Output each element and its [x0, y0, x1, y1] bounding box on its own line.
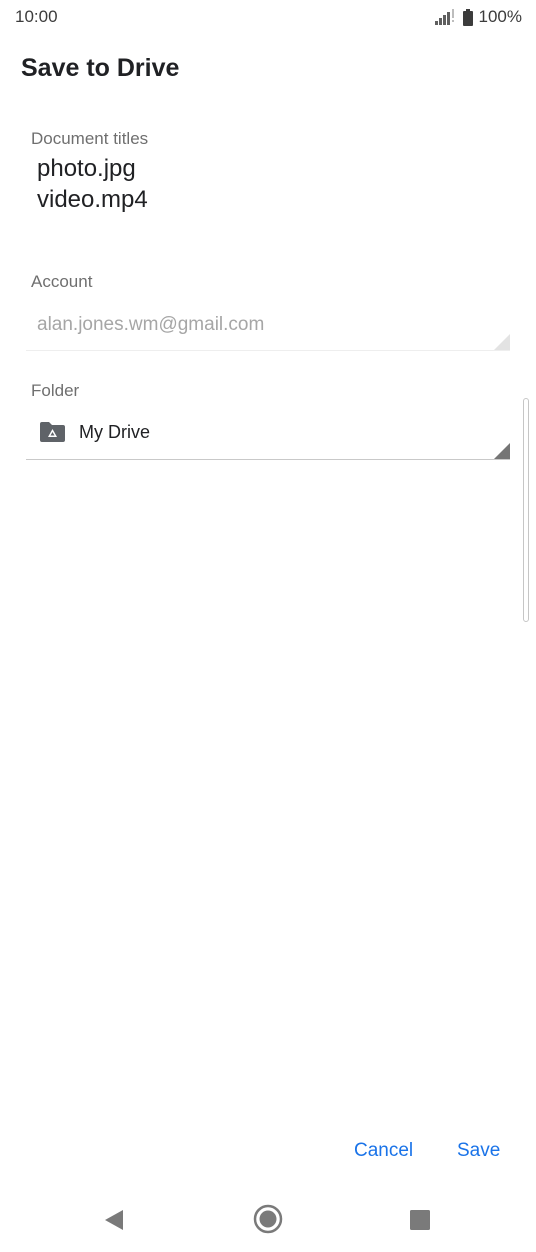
status-icons: 100% [434, 7, 522, 27]
document-title-item: photo.jpg [37, 155, 136, 182]
scrollbar[interactable] [523, 398, 529, 622]
navigation-bar [0, 1190, 536, 1252]
folder-dropdown-underline [26, 459, 510, 460]
account-dropdown-underline [26, 350, 510, 351]
account-dropdown-arrow-icon [494, 334, 510, 350]
battery-percent: 100% [478, 7, 522, 26]
folder-dropdown-value: My Drive [79, 421, 150, 442]
status-time: 10:00 [15, 7, 58, 26]
signal-icon [434, 9, 454, 25]
cancel-button[interactable]: Cancel [354, 1140, 413, 1162]
recents-icon[interactable] [410, 1210, 430, 1230]
back-icon[interactable] [104, 1209, 124, 1231]
status-bar: 10:00 100% [0, 0, 536, 36]
drive-folder-icon [40, 422, 65, 442]
document-title-item: video.mp4 [37, 186, 148, 213]
folder-label: Folder [31, 381, 80, 400]
save-button[interactable]: Save [457, 1140, 500, 1162]
dialog-title: Save to Drive [21, 54, 180, 82]
home-icon[interactable] [253, 1204, 283, 1234]
folder-dropdown-arrow-icon[interactable] [494, 443, 510, 459]
account-label: Account [31, 272, 93, 291]
document-titles-list: photo.jpg video.mp4 [37, 153, 148, 215]
folder-dropdown[interactable]: My Drive [39, 421, 150, 443]
document-titles-label: Document titles [31, 129, 149, 148]
battery-icon [462, 8, 473, 26]
account-dropdown-value: alan.jones.wm@gmail.com [37, 314, 265, 335]
